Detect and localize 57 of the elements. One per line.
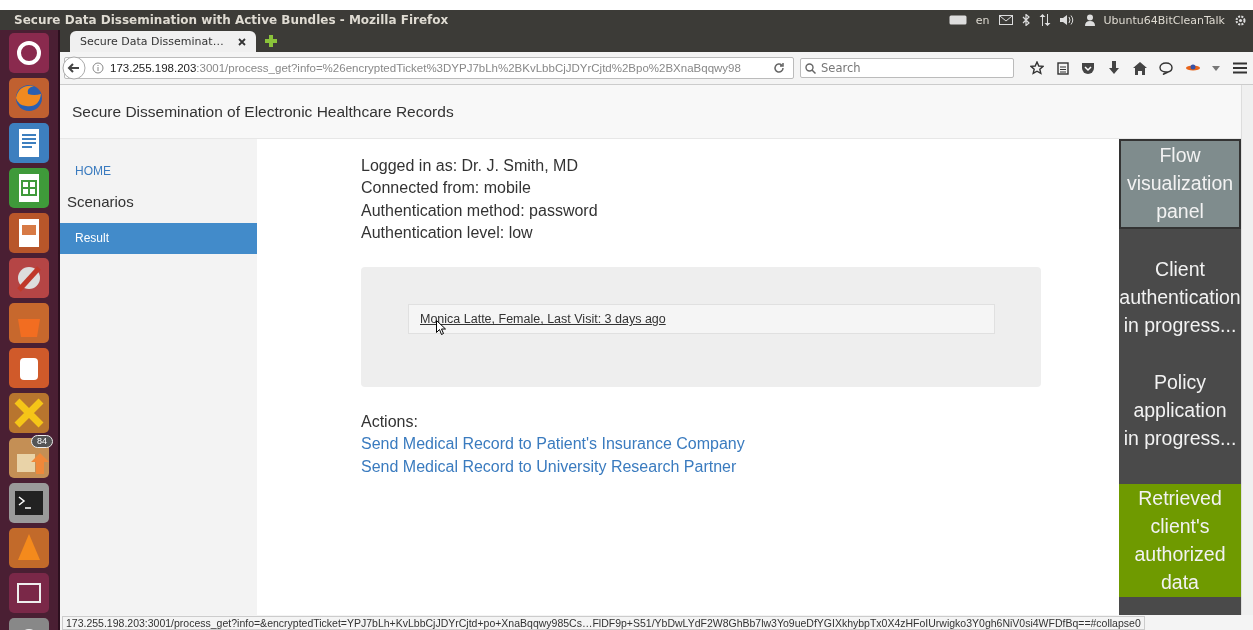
ubuntu-logo-icon[interactable] [9, 32, 49, 73]
page-title: Secure Dissemination of Electronic Healthcare Records [72, 102, 454, 121]
browser-tab[interactable]: Secure Data Disseminat… [70, 31, 256, 52]
clipboard-icon[interactable] [1056, 61, 1069, 75]
info-line: Connected from: mobile [361, 178, 531, 199]
envelope-icon[interactable] [998, 15, 1013, 25]
sidebar-link[interactable]: HOME [60, 161, 257, 181]
close-icon[interactable] [237, 37, 246, 46]
search-field[interactable]: Search [800, 58, 1014, 78]
info-line: Logged in as: Dr. J. Smith, MD [361, 156, 578, 176]
info-line: Authentication method: password [361, 200, 598, 221]
reload-icon[interactable] [773, 62, 785, 74]
bluetooth-icon[interactable] [1021, 14, 1030, 26]
star-icon[interactable] [1030, 61, 1044, 75]
record-link[interactable]: Monica Latte, Female, Last Visit: 3 days ago [420, 312, 666, 327]
address-bar[interactable]: 173.255.198.203:3001/process_get?info=%26encryptedTicket%3DYPJ7bLh%2BKvLbbCjJDYrCjtd%2Bpo%2BXnaBqqwy98 [64, 57, 794, 79]
workspace-icon[interactable] [9, 572, 49, 613]
pocket-icon[interactable] [1081, 61, 1096, 75]
menu-icon[interactable] [1233, 62, 1247, 74]
status-url: 173.255.198.203:3001/process_get?info=&encryptedTicket=YPJ7bLh+KvLbbCjJDYrCjtd+po+XnaBqqwy985Cs…FlDF9p+S51/YbDwLYdF2W8GhBb7lw3Yo9ueDfYGIXkhybpTx0X4zHFoIUrwigko3Y0gh6NiV0si4WFDfBq==#collapse0 [62, 615, 1145, 630]
record-row[interactable]: Monica Latte, Female, Last Visit: 3 days ago [408, 304, 995, 335]
window-title: Secure Data Dissemination with Active Bundles - Mozilla Firefox [14, 13, 449, 27]
flow-step: Policy application in progress... [1119, 342, 1241, 455]
document-icon[interactable] [9, 122, 49, 163]
download-icon[interactable] [1107, 61, 1120, 75]
keyboard-layout[interactable]: en [975, 13, 990, 27]
package-icon[interactable] [9, 437, 49, 478]
traffic-cone-icon[interactable] [9, 527, 49, 568]
scrollbar[interactable] [1241, 85, 1253, 615]
action-link[interactable]: Send Medical Record to Patient's Insurance Company [361, 433, 745, 456]
search-icon [805, 63, 816, 74]
action-link[interactable]: Send Medical Record to University Research Partner [361, 455, 737, 479]
url-text[interactable]: 173.255.198.203:3001/process_get?info=%26encryptedTicket%3DYPJ7bLh%2BKvLbbCjJDYrCjtd%2Bpo%2BXnaBqqwy98 [110, 62, 767, 74]
volume-icon[interactable] [1059, 14, 1076, 26]
addon-icon[interactable] [1185, 63, 1200, 73]
flow-step-done: Retrieved client's authorized data [1119, 484, 1241, 597]
browser-icon[interactable] [9, 77, 49, 118]
presentation-icon[interactable] [9, 212, 49, 253]
flow-panel-header: Flow visualization panel [1119, 139, 1241, 229]
keyboard-icon[interactable] [948, 15, 967, 25]
user-icon[interactable] [1084, 14, 1095, 26]
speech-bubble-icon[interactable] [1159, 61, 1174, 75]
spreadsheet-icon[interactable] [9, 167, 49, 208]
cross-icon[interactable] [9, 392, 49, 433]
network-arrows-icon[interactable] [1038, 14, 1051, 26]
caret-icon[interactable] [1212, 65, 1221, 71]
flow-step: Client authentication in progress... [1119, 229, 1241, 342]
actions-label: Actions: [361, 412, 418, 433]
user-name[interactable]: Ubuntu64BitCleanTalk [1103, 13, 1225, 27]
info-line: Authentication level: low [361, 222, 533, 243]
shopping-bag-icon[interactable] [9, 302, 49, 343]
sidebar-link[interactable]: Result [60, 223, 257, 254]
home-icon[interactable] [1132, 61, 1147, 75]
plus-icon[interactable] [263, 34, 278, 48]
terminal-icon[interactable] [9, 482, 49, 523]
sidebar-heading: Scenarios [66, 192, 135, 212]
count-badge: 84 [31, 435, 53, 448]
